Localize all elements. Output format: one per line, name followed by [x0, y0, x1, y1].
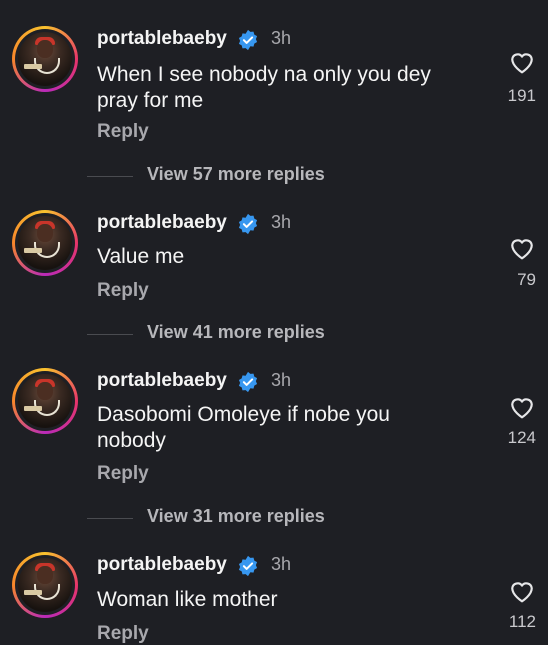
timestamp: 3h — [271, 554, 292, 574]
avatar[interactable] — [12, 552, 78, 618]
reply-button[interactable]: Reply — [97, 121, 149, 143]
username[interactable]: portablebaeby — [97, 28, 227, 50]
view-more-replies[interactable]: View 41 more replies — [0, 322, 548, 346]
avatar[interactable] — [12, 368, 78, 434]
username[interactable]: portablebaeby — [97, 212, 227, 234]
view-more-replies[interactable]: View 31 more replies — [0, 506, 548, 530]
heart-icon[interactable] — [509, 579, 535, 603]
timestamp: 3h — [271, 370, 292, 390]
reply-button[interactable]: Reply — [97, 463, 149, 485]
verified-badge-icon — [238, 555, 258, 577]
timestamp: 3h — [271, 212, 292, 232]
verified-badge-icon — [238, 371, 258, 393]
like-count: 191 — [507, 86, 536, 105]
heart-icon[interactable] — [509, 395, 535, 419]
heart-icon[interactable] — [509, 50, 535, 74]
divider — [87, 176, 133, 177]
comment-text: Woman like mother — [97, 588, 278, 611]
reply-button[interactable]: Reply — [97, 623, 149, 645]
comment-text: When I see nobody na only you dey pray f… — [97, 63, 431, 112]
view-more-replies[interactable]: View 57 more replies — [0, 164, 548, 188]
view-replies-label[interactable]: View 57 more replies — [147, 164, 325, 185]
verified-badge-icon — [238, 213, 258, 235]
comment-text: Value me — [97, 245, 185, 268]
reply-button[interactable]: Reply — [97, 280, 149, 302]
like-count: 112 — [508, 612, 536, 631]
avatar[interactable] — [12, 210, 78, 276]
like-count: 79 — [517, 270, 536, 289]
divider — [87, 518, 133, 519]
username[interactable]: portablebaeby — [97, 554, 227, 576]
divider — [87, 334, 133, 335]
verified-badge-icon — [238, 29, 258, 51]
view-replies-label[interactable]: View 41 more replies — [147, 322, 325, 343]
timestamp: 3h — [271, 28, 292, 48]
username[interactable]: portablebaeby — [97, 370, 227, 392]
heart-icon[interactable] — [509, 236, 535, 260]
like-count: 124 — [507, 428, 536, 447]
view-replies-label[interactable]: View 31 more replies — [147, 506, 325, 527]
avatar[interactable] — [12, 26, 78, 92]
comment-text: Dasobomi Omoleye if nobe you nobody — [97, 403, 390, 452]
